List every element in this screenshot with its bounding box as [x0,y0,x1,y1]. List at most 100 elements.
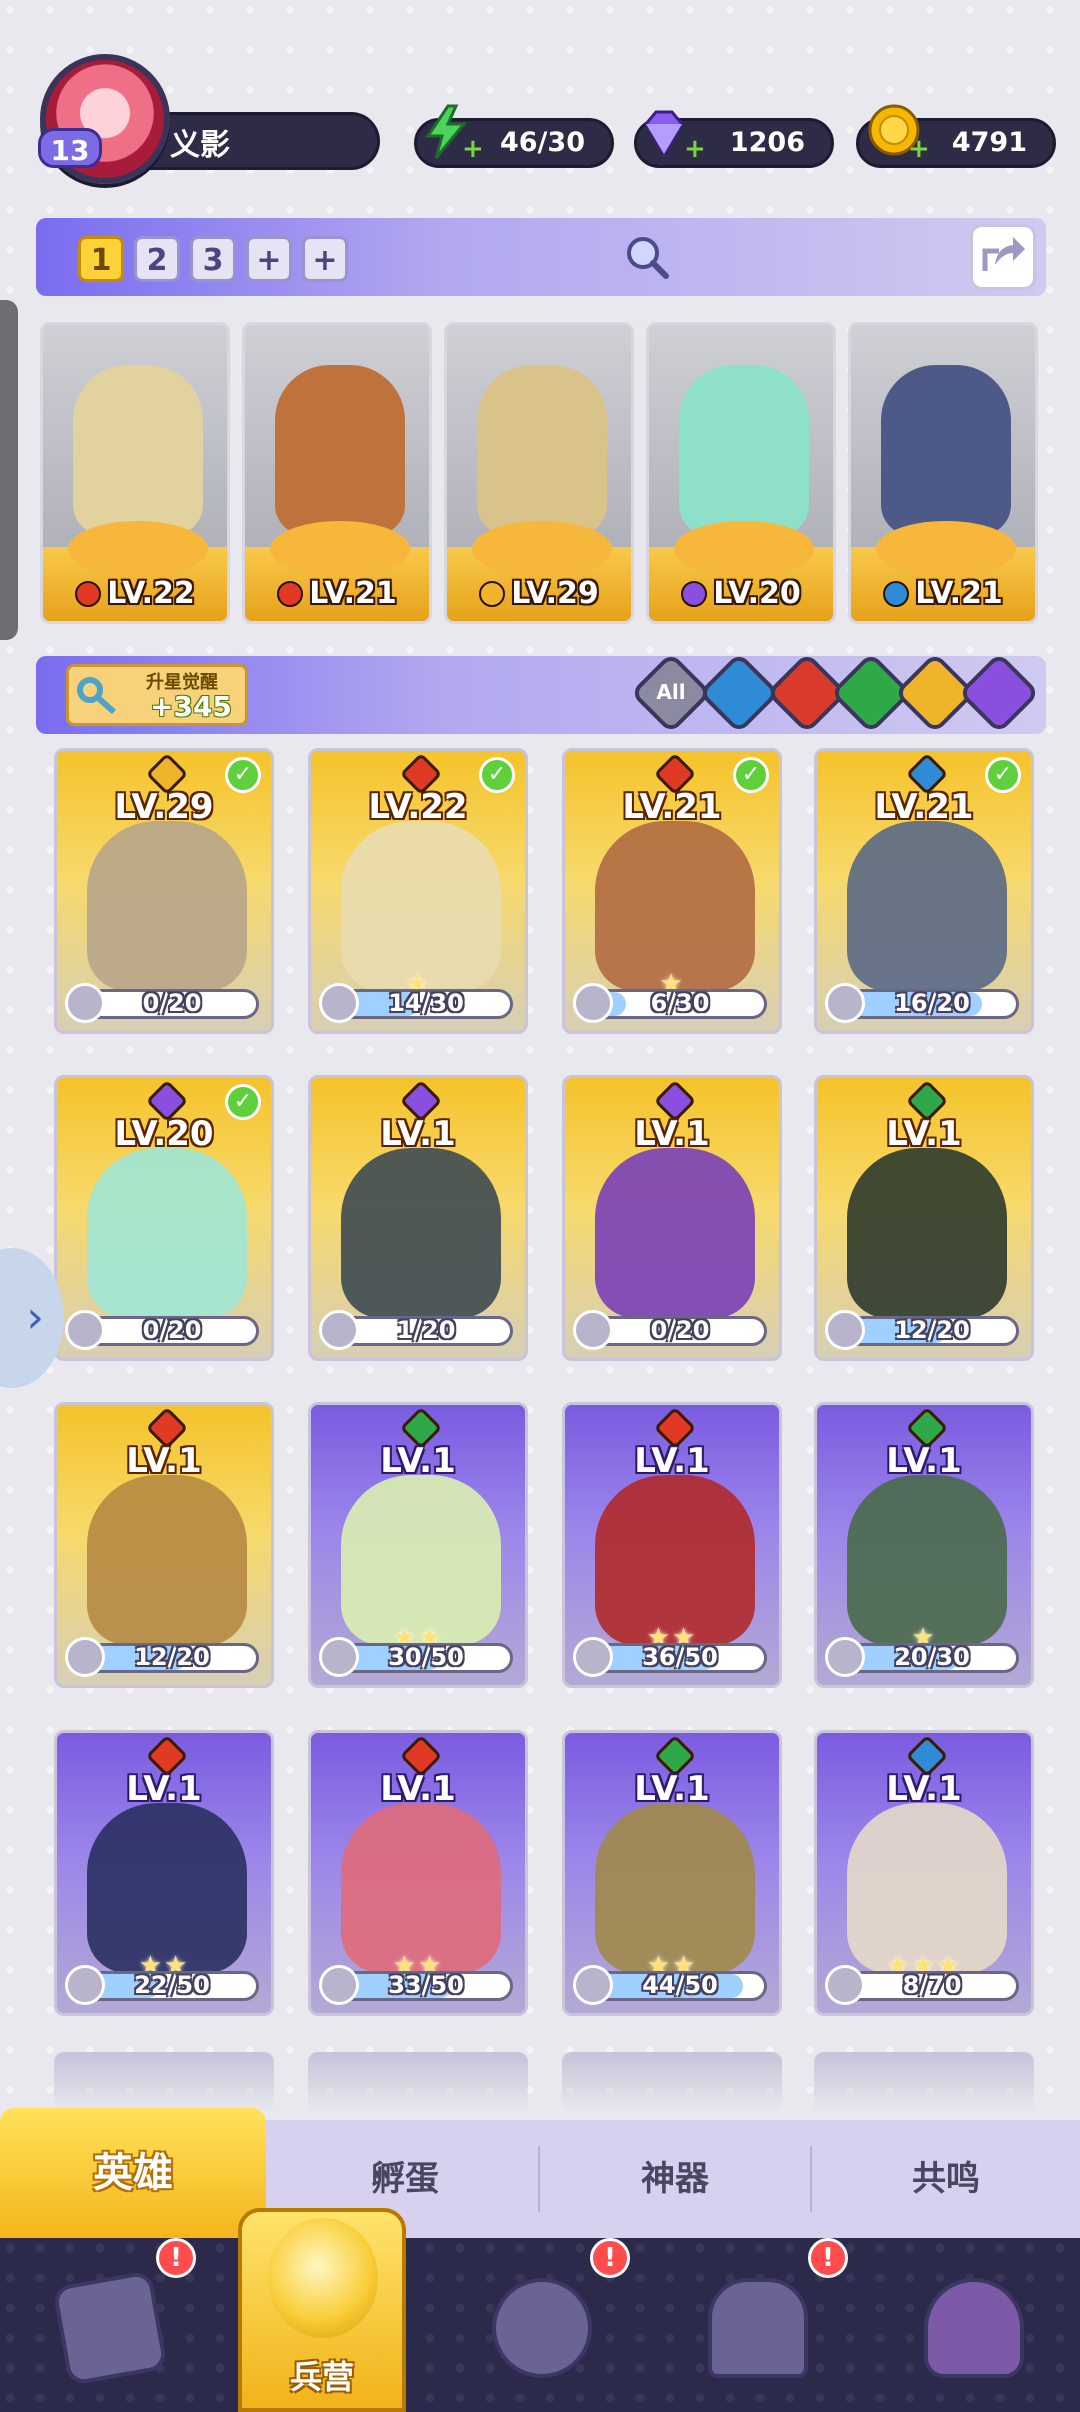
hero-portrait [341,1475,501,1645]
tab-resonance[interactable]: 共鸣 [812,2120,1080,2238]
hero-portrait [341,1148,501,1318]
shard-count: 0/20 [650,1316,710,1344]
castle-icon [708,2278,808,2378]
hero-level: LV.1 [126,1769,202,1809]
coin-plus-icon[interactable]: + [908,136,930,162]
hero-level: LV.1 [886,1114,962,1154]
team-slot-add-1[interactable]: + [246,236,292,282]
key-icon [77,677,116,715]
hero-portrait [595,1475,755,1645]
partial-hero-card [54,2052,274,2112]
shard-count: 0/20 [142,989,202,1017]
water-element-icon [883,581,910,607]
tab-heroes[interactable]: 英雄 [0,2108,266,2238]
cards-icon [52,2270,168,2386]
hero-portrait [847,821,1007,991]
hero-portrait [595,1148,755,1318]
nav-castle-alert-badge: ! [808,2238,848,2278]
shard-count: 22/50 [134,1971,210,1999]
hero-level: LV.1 [380,1114,456,1154]
hero-level: LV.1 [886,1769,962,1809]
lineup-level-text: LV.21 [915,576,1003,611]
hero-card[interactable]: ✓ LV.22 ★ 14/30 [308,748,528,1034]
mushroom-house-icon [924,2278,1024,2378]
lineup-card[interactable]: LV.21 [848,322,1038,624]
shard-count: 30/50 [388,1643,464,1671]
awaken-value: +345 [150,690,232,723]
hero-card[interactable]: LV.1 ★★ 36/50 [562,1402,782,1688]
lineup-card[interactable]: LV.21 [242,322,432,624]
hero-card[interactable]: LV.1 ★★ 22/50 [54,1730,274,2016]
hero-card[interactable]: LV.1 ★ 20/30 [814,1402,1034,1688]
hero-card[interactable]: LV.1 ★★★ 8/70 [814,1730,1034,2016]
nav-mushroom[interactable] [864,2238,1080,2412]
hero-level: LV.22 [368,787,468,827]
hero-portrait [847,1148,1007,1318]
team-bar [36,218,1046,296]
partial-hero-card [562,2052,782,2112]
nav-cards-alert-badge: ! [156,2238,196,2278]
gem-plus-icon[interactable]: + [684,136,706,162]
lineup-level-text: LV.20 [713,576,801,611]
team-slot-1[interactable]: 1 [78,236,124,282]
gem-value: 1206 [729,127,805,158]
partial-hero-card [308,2052,528,2112]
side-drawer-handle[interactable] [0,300,18,640]
energy-plus-icon[interactable]: + [462,136,484,162]
hero-portrait [341,1803,501,1973]
share-button[interactable] [970,224,1036,290]
energy-value: 46/30 [499,127,585,158]
hero-level: LV.1 [380,1769,456,1809]
player-level-badge: 13 [38,128,102,168]
coin-value: 4791 [951,127,1027,158]
hero-card[interactable]: ✓ LV.20 0/20 [54,1075,274,1361]
hero-portrait [87,1475,247,1645]
nav-barracks-label: 兵营 [289,2358,354,2396]
lineup-level: LV.22 [43,576,227,611]
hero-card[interactable]: LV.1 12/20 [814,1075,1034,1361]
hero-portrait [73,365,203,535]
hero-portrait [679,365,809,535]
team-slot-add-2[interactable]: + [302,236,348,282]
partial-hero-card [814,2052,1034,2112]
lineup-card[interactable]: LV.22 [40,322,230,624]
team-slot-2[interactable]: 2 [134,236,180,282]
shard-count: 12/20 [134,1643,210,1671]
hero-card[interactable]: LV.1 ★★ 44/50 [562,1730,782,2016]
shard-count: 12/20 [894,1316,970,1344]
shard-count: 0/20 [142,1316,202,1344]
hero-card[interactable]: ✓ LV.21 16/20 [814,748,1034,1034]
lineup-level: LV.21 [245,576,429,611]
player-name: 义影 [170,128,230,163]
hero-portrait [87,821,247,991]
shard-count: 1/20 [396,1316,456,1344]
hero-portrait [477,365,607,535]
hero-portrait [881,365,1011,535]
team-slot-3[interactable]: 3 [190,236,236,282]
hero-card[interactable]: ✓ LV.21 ★ 6/30 [562,748,782,1034]
hero-portrait [595,1803,755,1973]
lineup-level-text: LV.22 [107,576,195,611]
hero-card[interactable]: LV.1 0/20 [562,1075,782,1361]
hero-card[interactable]: LV.1 ★★ 30/50 [308,1402,528,1688]
hero-level: LV.1 [380,1441,456,1481]
hero-card[interactable]: LV.1 1/20 [308,1075,528,1361]
hero-level: LV.1 [886,1441,962,1481]
hero-level: LV.1 [634,1114,710,1154]
lineup-card[interactable]: LV.20 [646,322,836,624]
search-icon[interactable] [622,232,672,282]
lineup-level-text: LV.21 [309,576,397,611]
hero-card[interactable]: LV.1 12/20 [54,1402,274,1688]
lineup-card[interactable]: LV.29 [444,322,634,624]
map-book-icon [492,2278,592,2378]
shard-count: 44/50 [642,1971,718,1999]
hero-level: LV.1 [634,1441,710,1481]
hero-level: LV.29 [114,787,214,827]
lineup-level: LV.29 [447,576,631,611]
dark-element-icon [681,581,708,607]
hero-card[interactable]: LV.1 ★★ 33/50 [308,1730,528,2016]
hero-portrait [847,1803,1007,1973]
tab-artifact[interactable]: 神器 [540,2120,810,2238]
hero-level: LV.1 [634,1769,710,1809]
hero-card[interactable]: ✓ LV.29 0/20 [54,748,274,1034]
